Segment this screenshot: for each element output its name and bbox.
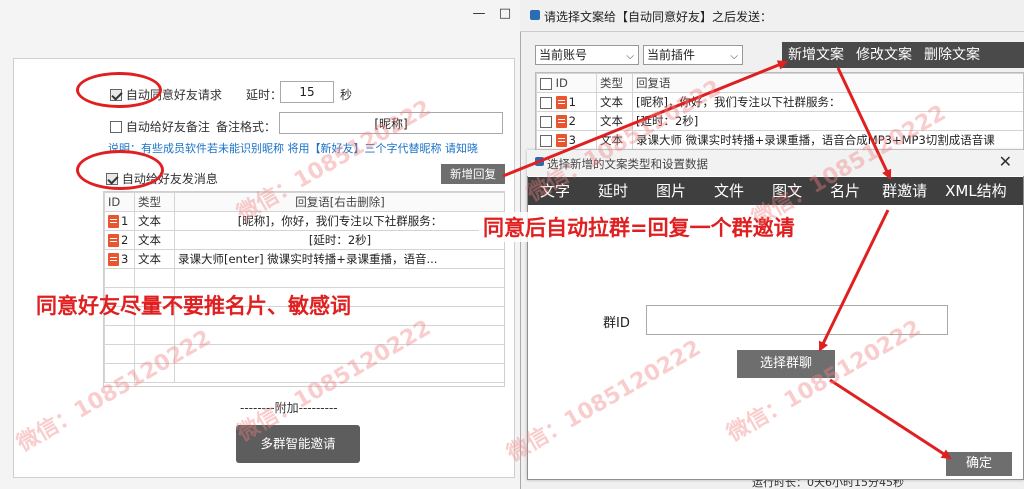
delay-input[interactable]: 15 bbox=[280, 81, 334, 103]
table-row[interactable]: 1 文本 [昵称]，你好，我们专注以下社群服务： bbox=[536, 92, 1023, 112]
delete-copy-button[interactable]: 删除文案 bbox=[918, 43, 986, 67]
col-type: 类型 bbox=[134, 192, 175, 212]
row-type: 文本 bbox=[596, 92, 633, 112]
type-delay-button[interactable]: 延时 bbox=[598, 177, 628, 205]
account-select-value: 当前账号 bbox=[539, 48, 588, 62]
row-checkbox[interactable] bbox=[540, 134, 552, 147]
table-row[interactable]: 3 文本 录课大师[enter] 微课实时转播+录课重播，语音... bbox=[104, 249, 504, 269]
row-id: 3 bbox=[568, 133, 576, 147]
remark-format-label: 备注格式： bbox=[216, 120, 277, 134]
type-file-button[interactable]: 文件 bbox=[714, 177, 744, 205]
delay-unit: 秒 bbox=[340, 88, 353, 102]
row-content: 录课大师[enter] 微课实时转播+录课重播，语音... bbox=[174, 249, 504, 269]
copy-toolbar: 新增文案 修改文案 删除文案 bbox=[782, 42, 1024, 68]
add-copy-button[interactable]: 新增文案 bbox=[782, 43, 850, 67]
plugin-select-value: 当前插件 bbox=[647, 48, 696, 62]
row-type: 文本 bbox=[134, 249, 175, 269]
col-reply: 回复语[右击删除] bbox=[174, 192, 504, 212]
highlight-ellipse bbox=[76, 72, 162, 108]
table-row[interactable]: 2 文本 [延时：2秒] bbox=[104, 230, 504, 250]
minimize-button[interactable]: — bbox=[468, 4, 490, 24]
text-file-icon bbox=[555, 96, 567, 109]
close-icon[interactable]: ✕ bbox=[999, 152, 1012, 171]
add-reply-button[interactable]: 新增回复 bbox=[441, 164, 505, 184]
auto-remark-row: 自动给好友备注 bbox=[110, 118, 210, 135]
table-row[interactable]: 1 文本 [昵称]，你好，我们专注以下社群服务： bbox=[104, 211, 504, 231]
text-file-icon bbox=[108, 234, 119, 247]
table-header-row: ID 类型 回复语 bbox=[536, 73, 1023, 93]
select-copy-titlebar: 请选择文案给【自动同意好友】之后发送： bbox=[520, 0, 1024, 32]
remark-note: 说明：有些成员软件若未能识别昵称 将用【新好友】三个字代替昵称 请知晓 bbox=[108, 142, 478, 155]
row-type: 文本 bbox=[134, 230, 175, 250]
chevron-down-icon: ⌵ bbox=[730, 51, 738, 62]
row-content: [昵称]，你好，我们专注以下社群服务： bbox=[174, 211, 504, 231]
text-file-icon bbox=[555, 115, 567, 128]
maximize-button[interactable]: □ bbox=[494, 4, 516, 24]
auto-remark-checkbox[interactable] bbox=[110, 120, 122, 133]
text-file-icon bbox=[555, 134, 567, 147]
col-type: 类型 bbox=[596, 73, 633, 93]
app-icon bbox=[530, 10, 540, 20]
main-window-titlebar bbox=[0, 0, 525, 30]
row-content: [延时：2秒] bbox=[174, 230, 504, 250]
type-image-button[interactable]: 图片 bbox=[656, 177, 686, 205]
account-select[interactable]: 当前账号 ⌵ bbox=[535, 45, 639, 65]
row-id: 1 bbox=[568, 95, 576, 109]
auto-remark-label: 自动给好友备注 bbox=[125, 120, 210, 134]
delay-label: 延时： bbox=[246, 88, 283, 102]
col-id: ID bbox=[555, 76, 568, 90]
row-checkbox[interactable] bbox=[540, 115, 552, 128]
select-copy-title: 请选择文案给【自动同意好友】之后发送： bbox=[544, 10, 773, 24]
row-type: 文本 bbox=[134, 211, 175, 231]
row-id: 3 bbox=[121, 252, 129, 266]
plugin-select[interactable]: 当前插件 ⌵ bbox=[643, 45, 743, 65]
row-id: 2 bbox=[121, 233, 129, 247]
row-id: 1 bbox=[121, 214, 129, 228]
row-content: 录课大师 微课实时转播+录课重播，语音合成MP3+MP3切割成语音课 bbox=[632, 130, 1023, 150]
text-file-icon bbox=[108, 215, 119, 228]
app-icon bbox=[535, 157, 544, 166]
select-all-checkbox[interactable] bbox=[540, 77, 552, 90]
edit-copy-button[interactable]: 修改文案 bbox=[850, 43, 918, 67]
type-group-invite-button[interactable]: 群邀请 bbox=[882, 177, 927, 205]
row-checkbox[interactable] bbox=[540, 96, 552, 109]
text-file-icon bbox=[108, 253, 119, 266]
chevron-down-icon: ⌵ bbox=[626, 51, 634, 62]
left-annotation: 同意好友尽量不要推名片、敏感词 bbox=[36, 294, 351, 318]
col-id: ID bbox=[104, 192, 135, 212]
highlight-ellipse bbox=[76, 150, 164, 190]
table-header-row: ID 类型 回复语[右击删除] bbox=[104, 192, 504, 212]
type-xml-button[interactable]: XML结构 bbox=[945, 177, 1007, 205]
group-id-label: 群ID bbox=[603, 316, 630, 331]
confirm-button[interactable]: 确定 bbox=[946, 452, 1012, 476]
row-id: 2 bbox=[568, 114, 576, 128]
